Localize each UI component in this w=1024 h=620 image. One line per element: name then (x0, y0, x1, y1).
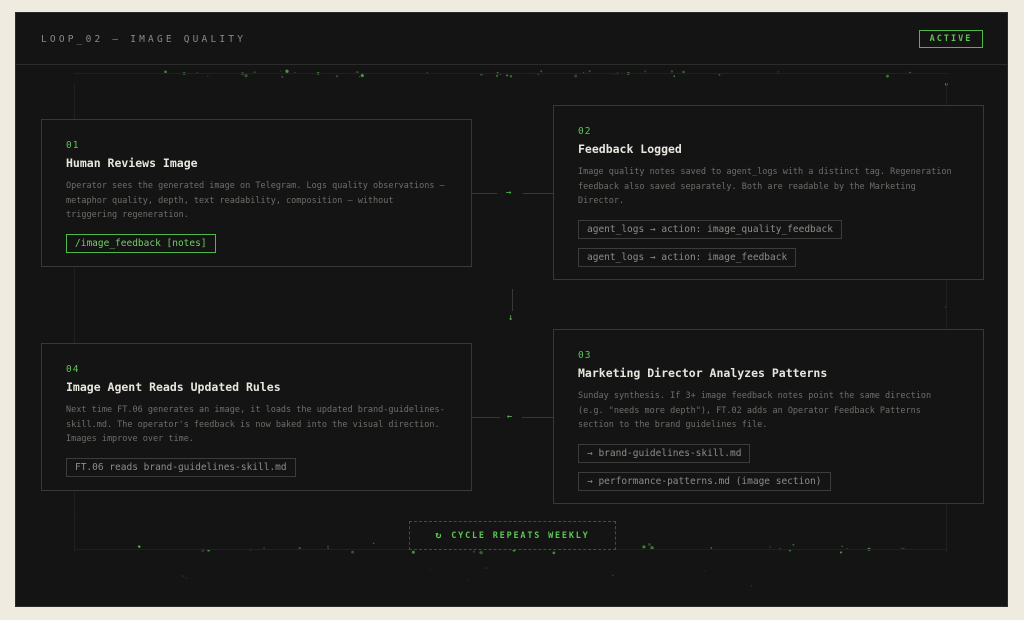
particle-dot (335, 75, 339, 78)
status-badge: ACTIVE (919, 30, 983, 48)
particle-dot (185, 577, 187, 579)
step-card-1: 01 Human Reviews Image Operator sees the… (41, 119, 472, 267)
cycle-label: CYCLE REPEATS WEEKLY (451, 530, 590, 541)
particle-dot (138, 545, 141, 548)
cycle-indicator: ↻ CYCLE REPEATS WEEKLY (409, 521, 616, 550)
particle-dot (704, 570, 706, 572)
particle-dot (181, 575, 184, 578)
step-title: Feedback Logged (578, 142, 682, 156)
step-number: 01 (66, 140, 80, 151)
step-card-2: 02 Feedback Logged Image quality notes s… (553, 105, 984, 280)
repeat-icon: ↻ (435, 530, 444, 541)
connector-line (522, 417, 553, 418)
step-title: Image Agent Reads Updated Rules (66, 380, 281, 394)
file-tag: FT.06 reads brand-guidelines-skill.md (66, 457, 296, 477)
particle-dot (792, 543, 795, 546)
step-number: 04 (66, 364, 80, 375)
particle-dot (411, 550, 415, 554)
particle-dot (360, 74, 364, 78)
step-description: Operator sees the generated image on Tel… (66, 181, 445, 220)
particle-dot (358, 76, 360, 78)
arrow-left-icon: ← (507, 412, 513, 422)
particle-dot (673, 75, 676, 78)
step-title: Human Reviews Image (66, 156, 198, 170)
particle-dot (506, 74, 509, 77)
step-number: 03 (578, 350, 592, 361)
connector-line (523, 193, 553, 194)
arrow-right-icon: → (506, 188, 512, 198)
loop-title: LOOP_02 — IMAGE QUALITY (41, 34, 247, 45)
particle-dot (839, 551, 843, 554)
arrow-down-icon: ↓ (508, 313, 514, 323)
particle-dot (642, 545, 646, 549)
file-tag: → brand-guidelines-skill.md (578, 443, 751, 463)
particle-dot (588, 70, 591, 73)
particle-dot (281, 75, 284, 79)
particle-dot (244, 74, 248, 78)
log-tag: agent_logs → action: image_quality_feedb… (578, 219, 842, 239)
particle-dot (552, 551, 556, 555)
file-tag: → performance-patterns.md (image section… (578, 471, 831, 491)
step-card-3: 03 Marketing Director Analyzes Patterns … (553, 329, 984, 504)
particle-dot (648, 543, 651, 546)
particle-dot (280, 70, 282, 72)
particle-dot (841, 545, 844, 548)
particle-dot (207, 75, 209, 77)
particle-dot (574, 74, 578, 78)
particle-dot (718, 73, 721, 76)
particle-dot (485, 567, 488, 570)
log-tag: agent_logs → action: image_feedback (578, 247, 797, 267)
particle-dot (479, 551, 483, 555)
connector-line (472, 417, 500, 418)
guide-line-top (74, 73, 947, 74)
command-tag[interactable]: /image_feedback [notes] (66, 233, 216, 253)
particle-dot (750, 585, 752, 587)
particle-dot (886, 74, 889, 78)
step-description: Image quality notes saved to agent_logs … (578, 167, 952, 206)
particle-dot (326, 545, 329, 548)
particle-dot (612, 574, 614, 577)
particle-dot (351, 550, 354, 554)
particle-dot (373, 542, 375, 544)
particle-dot (429, 568, 431, 570)
step-description: Next time FT.06 generates an image, it l… (66, 405, 445, 444)
step-description: Sunday synthesis. If 3+ image feedback n… (578, 391, 932, 430)
step-number: 02 (578, 126, 592, 137)
loop-panel: LOOP_02 — IMAGE QUALITY ACTIVE 01 Human … (15, 12, 1008, 607)
connector-line (512, 289, 513, 311)
particle-dot (472, 550, 476, 553)
step-card-4: 04 Image Agent Reads Updated Rules Next … (41, 343, 472, 491)
particle-dot (467, 579, 469, 581)
particle-dot (769, 546, 771, 548)
connector-line (472, 193, 497, 194)
particle-dot (495, 74, 499, 78)
header: LOOP_02 — IMAGE QUALITY ACTIVE (16, 13, 1007, 65)
particle-dot (540, 70, 543, 73)
particle-dot (137, 545, 140, 548)
step-title: Marketing Director Analyzes Patterns (578, 366, 828, 380)
particle-dot (509, 74, 513, 78)
